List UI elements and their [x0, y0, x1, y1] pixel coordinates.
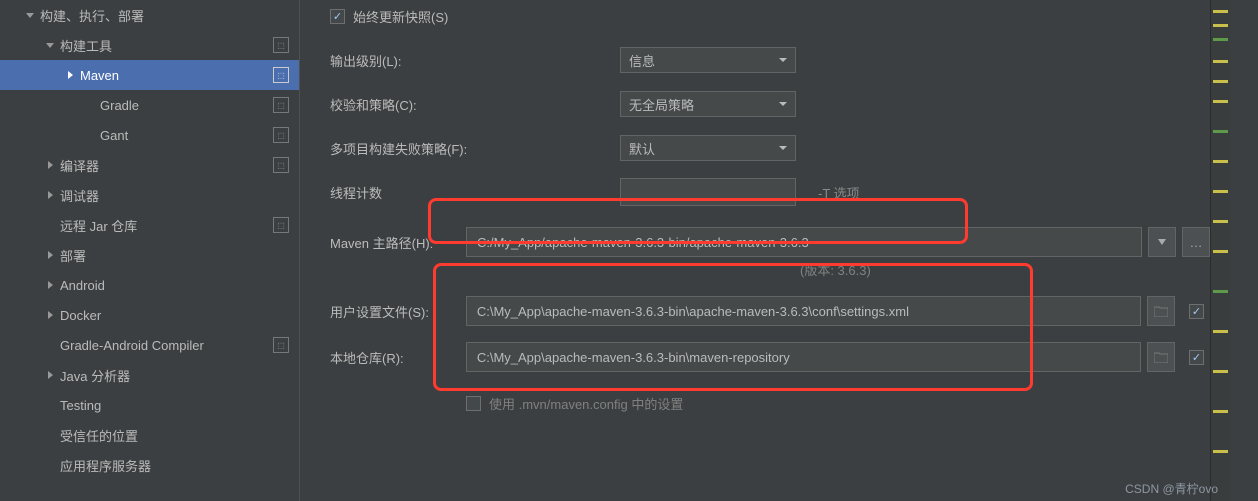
maven-home-field[interactable]: C:/My_App/apache-maven-3.6.3-bin/apache-…: [466, 227, 1142, 257]
maven-home-browse-button[interactable]: …: [1182, 227, 1210, 257]
tree-item[interactable]: Java 分析器: [0, 360, 299, 390]
maven-home-value: C:/My_App/apache-maven-3.6.3-bin/apache-…: [477, 235, 809, 250]
checksum-label: 校验和策略(C):: [330, 95, 620, 114]
tree-item[interactable]: Maven⬚: [0, 60, 299, 90]
project-scope-icon: ⬚: [273, 157, 289, 173]
tree-item-label: 远程 Jar 仓库: [60, 216, 273, 235]
user-settings-override-checkbox[interactable]: ✓: [1189, 304, 1204, 319]
output-level-label: 输出级别(L):: [330, 51, 620, 70]
tree-item-label: 构建工具: [60, 36, 273, 55]
tree-item-label: Java 分析器: [60, 366, 289, 385]
tree-item[interactable]: 远程 Jar 仓库⬚: [0, 210, 299, 240]
project-scope-icon: ⬚: [273, 127, 289, 143]
tree-item-label: Gant: [100, 128, 273, 143]
tree-item[interactable]: Docker: [0, 300, 299, 330]
local-repo-override-checkbox[interactable]: ✓: [1189, 350, 1204, 365]
tree-item-label: Testing: [60, 398, 289, 413]
tree-item-label: Maven: [80, 68, 273, 83]
tree-item-label: Android: [60, 278, 289, 293]
project-scope-icon: ⬚: [273, 37, 289, 53]
output-level-value: 信息: [629, 51, 655, 70]
tree-item[interactable]: Gant⬚: [0, 120, 299, 150]
tree-item[interactable]: 部署: [0, 240, 299, 270]
tree-item-label: 构建、执行、部署: [40, 6, 289, 25]
threads-label: 线程计数: [330, 183, 620, 202]
multifail-label: 多项目构建失败策略(F):: [330, 139, 620, 158]
user-settings-value: C:\My_App\apache-maven-3.6.3-bin\apache-…: [477, 304, 909, 319]
use-mvn-config-checkbox[interactable]: [466, 396, 481, 411]
tree-item-label: Docker: [60, 308, 289, 323]
tree-item-label: 编译器: [60, 156, 273, 175]
chevron-right-icon: [44, 311, 56, 319]
output-level-dropdown[interactable]: 信息: [620, 47, 796, 73]
use-mvn-config-label: 使用 .mvn/maven.config 中的设置: [489, 394, 683, 413]
editor-minimap: [1210, 0, 1230, 501]
local-repo-label: 本地仓库(R):: [330, 348, 466, 367]
tree-item-label: 调试器: [60, 186, 289, 205]
checksum-value: 无全局策略: [629, 95, 694, 114]
multifail-value: 默认: [629, 139, 655, 158]
local-repo-browse-button[interactable]: [1147, 342, 1175, 372]
user-settings-label: 用户设置文件(S):: [330, 302, 466, 321]
tree-item[interactable]: 构建、执行、部署: [0, 0, 299, 30]
chevron-down-icon: [44, 41, 56, 49]
project-scope-icon: ⬚: [273, 217, 289, 233]
chevron-down-icon: [24, 11, 36, 19]
always-update-checkbox[interactable]: ✓: [330, 9, 345, 24]
local-repo-field[interactable]: C:\My_App\apache-maven-3.6.3-bin\maven-r…: [466, 342, 1141, 372]
tree-item[interactable]: Testing: [0, 390, 299, 420]
tree-item-label: Gradle-Android Compiler: [60, 338, 273, 353]
tree-item[interactable]: Gradle-Android Compiler⬚: [0, 330, 299, 360]
tree-item[interactable]: 受信任的位置: [0, 420, 299, 450]
tree-item-label: Gradle: [100, 98, 273, 113]
chevron-right-icon: [64, 71, 76, 79]
user-settings-field[interactable]: C:\My_App\apache-maven-3.6.3-bin\apache-…: [466, 296, 1141, 326]
maven-home-dropdown-button[interactable]: [1148, 227, 1176, 257]
chevron-right-icon: [44, 161, 56, 169]
tree-item[interactable]: 编译器⬚: [0, 150, 299, 180]
tree-item[interactable]: Android: [0, 270, 299, 300]
settings-tree[interactable]: 构建、执行、部署构建工具⬚Maven⬚Gradle⬚Gant⬚编译器⬚调试器远程…: [0, 0, 300, 501]
maven-settings-panel: ✓ 始终更新快照(S) 输出级别(L): 信息 校验和策略(C): 无全局策略 …: [300, 0, 1258, 501]
project-scope-icon: ⬚: [273, 337, 289, 353]
tree-item-label: 部署: [60, 246, 289, 265]
tree-item[interactable]: 应用程序服务器: [0, 450, 299, 480]
tree-item[interactable]: 构建工具⬚: [0, 30, 299, 60]
watermark-text: CSDN @青柠ovo: [1125, 480, 1218, 497]
chevron-right-icon: [44, 281, 56, 289]
tree-item-label: 受信任的位置: [60, 426, 289, 445]
tree-item[interactable]: Gradle⬚: [0, 90, 299, 120]
project-scope-icon: ⬚: [273, 67, 289, 83]
threads-hint: -T 选项: [818, 183, 860, 202]
tree-item[interactable]: 调试器: [0, 180, 299, 210]
always-update-label: 始终更新快照(S): [353, 7, 448, 26]
chevron-right-icon: [44, 371, 56, 379]
checksum-dropdown[interactable]: 无全局策略: [620, 91, 796, 117]
project-scope-icon: ⬚: [273, 97, 289, 113]
multifail-dropdown[interactable]: 默认: [620, 135, 796, 161]
maven-home-label: Maven 主路径(H):: [330, 233, 466, 252]
local-repo-value: C:\My_App\apache-maven-3.6.3-bin\maven-r…: [477, 350, 790, 365]
threads-input[interactable]: [620, 178, 796, 206]
chevron-right-icon: [44, 251, 56, 259]
chevron-right-icon: [44, 191, 56, 199]
user-settings-browse-button[interactable]: [1147, 296, 1175, 326]
tree-item-label: 应用程序服务器: [60, 456, 289, 475]
